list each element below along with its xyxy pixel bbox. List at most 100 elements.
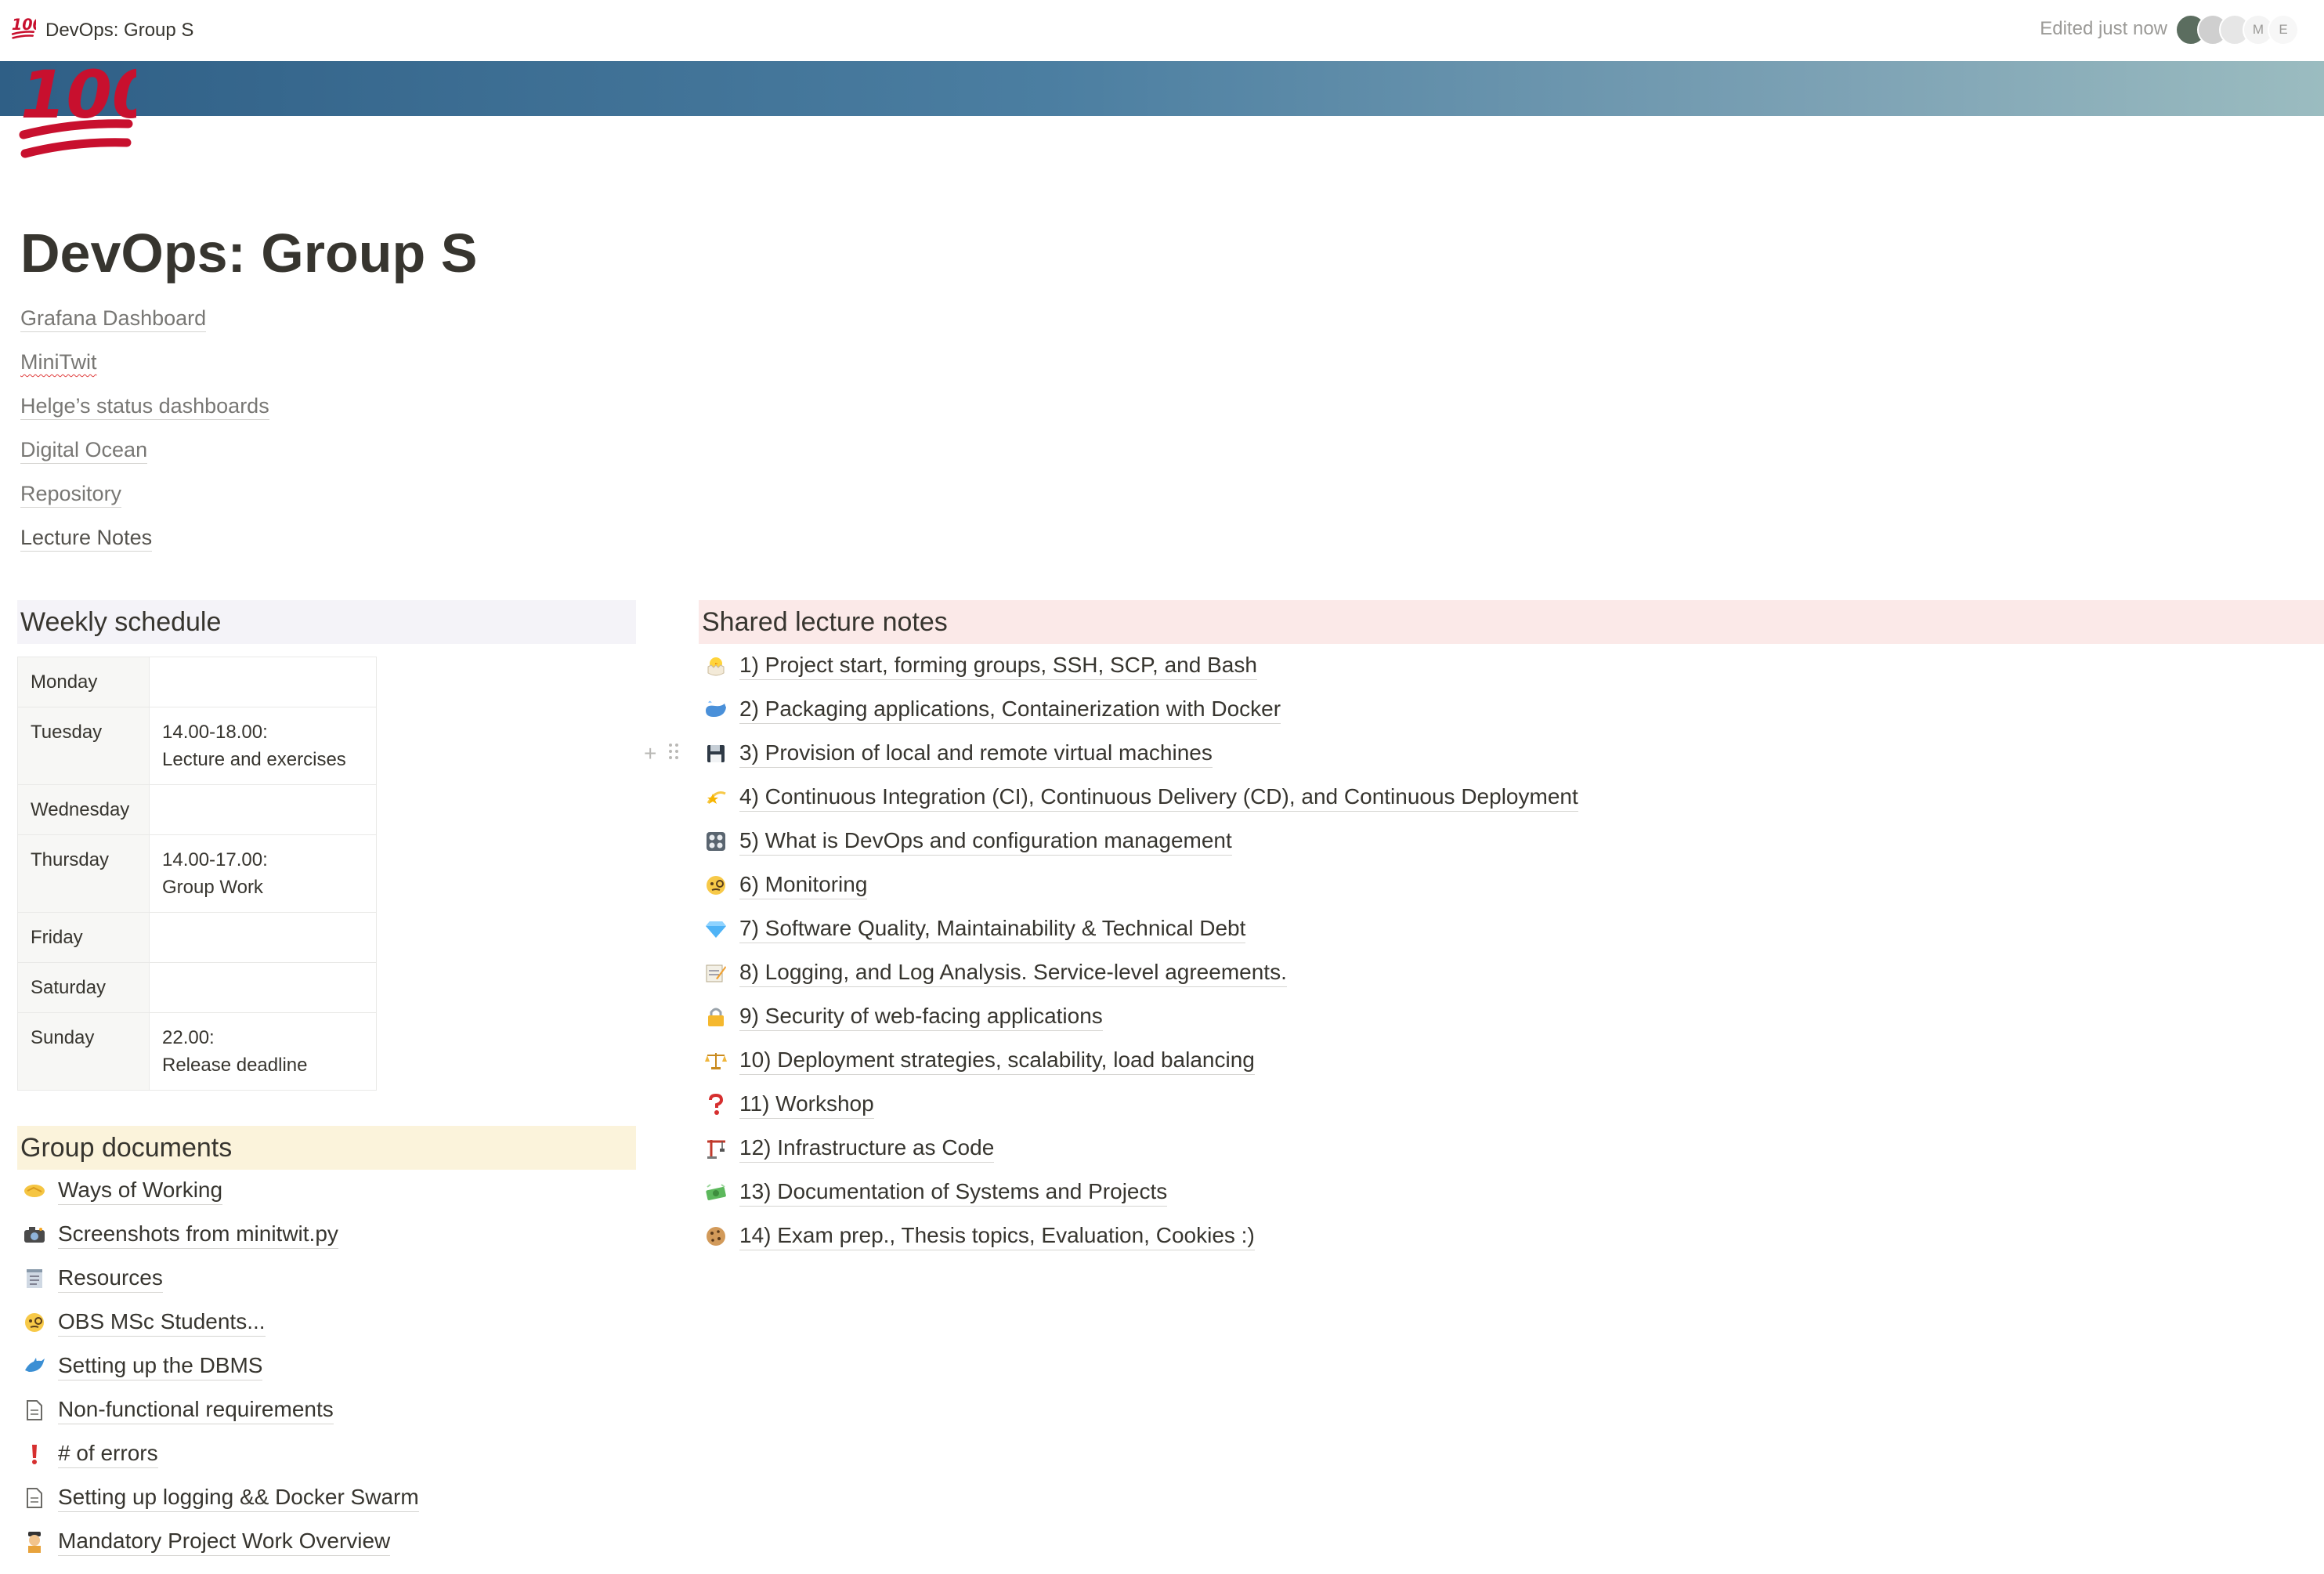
list-item[interactable]: 8) Logging, and Log Analysis. Service-le… <box>700 951 1578 995</box>
handshake-icon <box>19 1178 50 1204</box>
list-item[interactable]: 3) Provision of local and remote virtual… <box>700 732 1578 776</box>
hatching-chick-icon <box>700 653 732 679</box>
list-item[interactable]: 2) Packaging applications, Containerizat… <box>700 688 1578 732</box>
list-item-label: Non-functional requirements <box>58 1396 334 1424</box>
list-item-label: Mandatory Project Work Overview <box>58 1528 391 1556</box>
table-cell-day[interactable]: Wednesday <box>17 784 150 835</box>
list-item-label: 14) Exam prep., Thesis topics, Evaluatio… <box>739 1222 1255 1250</box>
list-item[interactable]: 4) Continuous Integration (CI), Continuo… <box>700 776 1578 820</box>
table-cell-value[interactable]: 14.00-18.00: Lecture and exercises <box>149 707 377 785</box>
block-handle[interactable]: + <box>642 740 689 771</box>
table-cell-day[interactable]: Tuesday <box>17 707 150 785</box>
avatar[interactable]: E <box>2268 14 2299 45</box>
list-item-label: Screenshots from minitwit.py <box>58 1221 338 1249</box>
table-row: Tuesday 14.00-18.00: Lecture and exercise… <box>17 707 377 785</box>
balance-scale-icon <box>700 1048 732 1074</box>
link-minitwit[interactable]: MiniTwit <box>20 349 269 393</box>
table-cell-day[interactable]: Sunday <box>17 1012 150 1091</box>
list-item-label: 2) Packaging applications, Containerizat… <box>739 696 1281 724</box>
floppy-disk-icon <box>700 740 732 767</box>
list-item[interactable]: 6) Monitoring <box>700 863 1578 907</box>
collaborator-avatars[interactable]: M E <box>2175 14 2308 45</box>
page-icon <box>19 1397 50 1424</box>
table-row: Saturday <box>17 962 377 1013</box>
weekly-schedule-table: Monday Tuesday 14.00-18.00: Lecture and e… <box>17 657 377 1091</box>
list-item[interactable]: 11) Workshop <box>700 1083 1578 1127</box>
list-item[interactable]: 5) What is DevOps and configuration mana… <box>700 820 1578 863</box>
list-item[interactable]: 7) Software Quality, Maintainability & T… <box>700 907 1578 951</box>
list-item-label: Setting up logging && Docker Swarm <box>58 1484 419 1512</box>
page-icon-small[interactable]: 100 <box>11 16 43 47</box>
link-status-dashboards[interactable]: Helge’s status dashboards <box>20 393 269 437</box>
table-cell-value[interactable] <box>149 962 377 1013</box>
list-item[interactable]: Mandatory Project Work Overview <box>19 1520 419 1564</box>
page-icon[interactable]: 100 <box>19 56 157 166</box>
list-item[interactable]: 13) Documentation of Systems and Project… <box>700 1171 1578 1214</box>
list-item[interactable]: Resources <box>19 1257 419 1301</box>
list-item[interactable]: Ways of Working <box>19 1169 419 1213</box>
list-item-label: 10) Deployment strategies, scalability, … <box>739 1047 1255 1075</box>
100-emoji-icon: 100 <box>19 56 157 158</box>
question-icon <box>700 1091 732 1118</box>
list-item-label: Ways of Working <box>58 1177 223 1205</box>
link-lecture-notes[interactable]: Lecture Notes <box>20 525 269 569</box>
drag-handle-icon[interactable] <box>667 741 680 767</box>
monocle-face-icon <box>19 1309 50 1336</box>
cell-line: 22.00: <box>162 1027 215 1048</box>
breadcrumb-title[interactable]: DevOps: Group S <box>45 17 193 44</box>
add-block-icon[interactable]: + <box>644 741 656 766</box>
shared-lecture-notes-heading[interactable]: Shared lecture notes <box>699 600 2324 644</box>
link-label: Lecture Notes <box>20 526 153 552</box>
list-item[interactable]: 14) Exam prep., Thesis topics, Evaluatio… <box>700 1214 1578 1258</box>
weekly-schedule-heading[interactable]: Weekly schedule <box>17 600 636 644</box>
cell-line: 14.00-18.00: <box>162 722 268 743</box>
list-item-label: 4) Continuous Integration (CI), Continuo… <box>739 783 1578 812</box>
list-item[interactable]: 12) Infrastructure as Code <box>700 1127 1578 1171</box>
list-item-label: 8) Logging, and Log Analysis. Service-le… <box>739 959 1287 987</box>
list-item-label: 12) Infrastructure as Code <box>739 1134 995 1163</box>
list-item-label: 9) Security of web-facing applications <box>739 1003 1103 1031</box>
monocle-face-icon <box>700 872 732 899</box>
list-item[interactable]: 1) Project start, forming groups, SSH, S… <box>700 644 1578 688</box>
list-item[interactable]: Non-functional requirements <box>19 1388 419 1432</box>
list-item-label: 5) What is DevOps and configuration mana… <box>739 827 1232 856</box>
link-digital-ocean[interactable]: Digital Ocean <box>20 437 269 481</box>
list-item-label: 6) Monitoring <box>739 871 868 899</box>
table-cell-value[interactable] <box>149 657 377 707</box>
edited-status: Edited just now <box>2040 18 2167 39</box>
list-item-label: Resources <box>58 1265 163 1293</box>
link-repository[interactable]: Repository <box>20 481 269 525</box>
group-documents-heading[interactable]: Group documents <box>17 1126 636 1170</box>
list-item-label: # of errors <box>58 1440 158 1468</box>
list-item-label: OBS MSc Students... <box>58 1308 266 1337</box>
whale-icon <box>700 697 732 723</box>
page-title[interactable]: DevOps: Group S <box>20 218 477 288</box>
table-cell-value[interactable] <box>149 784 377 835</box>
list-item[interactable]: Setting up the DBMS <box>19 1344 419 1388</box>
list-item[interactable]: Screenshots from minitwit.py <box>19 1213 419 1257</box>
list-item[interactable]: 9) Security of web-facing applications <box>700 995 1578 1039</box>
link-label: MiniTwit <box>20 350 97 374</box>
list-item[interactable]: 10) Deployment strategies, scalability, … <box>700 1039 1578 1083</box>
table-cell-value[interactable]: 14.00-17.00: Group Work <box>149 834 377 913</box>
camera-icon <box>19 1221 50 1248</box>
list-item[interactable]: OBS MSc Students... <box>19 1301 419 1344</box>
table-cell-day[interactable]: Saturday <box>17 962 150 1013</box>
table-cell-value[interactable]: 22.00: Release deadline <box>149 1012 377 1091</box>
list-item-label: 1) Project start, forming groups, SSH, S… <box>739 652 1257 680</box>
list-item[interactable]: Setting up logging && Docker Swarm <box>19 1476 419 1520</box>
table-cell-day[interactable]: Friday <box>17 912 150 963</box>
pilot-icon <box>19 1529 50 1555</box>
table-row: Sunday 22.00: Release deadline <box>17 1012 377 1091</box>
table-row: Monday <box>17 657 377 707</box>
list-item[interactable]: # of errors <box>19 1432 419 1476</box>
link-label: Helge’s status dashboards <box>20 394 269 420</box>
list-item-label: 11) Workshop <box>739 1091 874 1119</box>
cell-line: Release deadline <box>162 1055 308 1076</box>
table-cell-day[interactable]: Thursday <box>17 834 150 913</box>
table-cell-day[interactable]: Monday <box>17 657 150 707</box>
cover-image[interactable] <box>0 61 2324 116</box>
link-grafana-dashboard[interactable]: Grafana Dashboard <box>20 306 269 349</box>
list-item-label: 7) Software Quality, Maintainability & T… <box>739 915 1246 943</box>
table-cell-value[interactable] <box>149 912 377 963</box>
